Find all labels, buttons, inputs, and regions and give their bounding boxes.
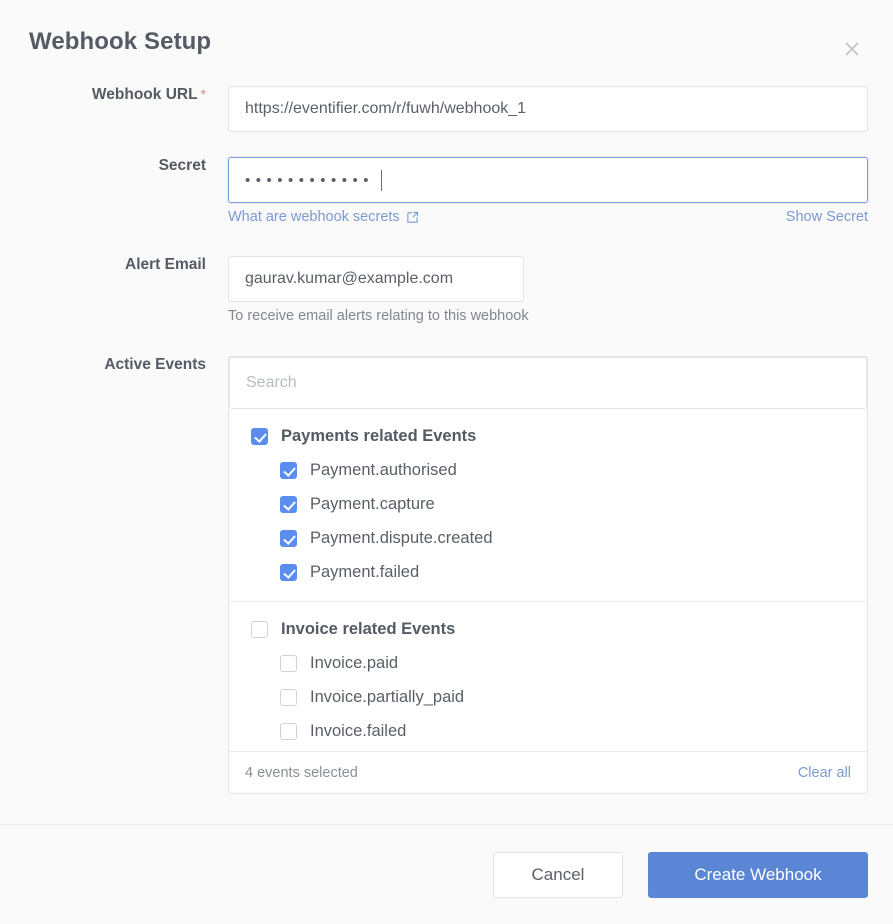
event-option-label: Invoice.failed (310, 721, 407, 740)
event-option[interactable]: Payment.failed (229, 555, 867, 589)
field-row-alert-email: Alert Email To receive email alerts rela… (0, 256, 893, 324)
modal-header: Webhook Setup (0, 0, 893, 84)
text-caret (381, 169, 383, 191)
secret-sublinks: What are webhook secrets Show Secret (228, 209, 868, 225)
event-group-header[interactable]: Payments related Events (229, 419, 867, 453)
checkbox-icon[interactable] (280, 495, 297, 513)
alert-email-input[interactable] (228, 256, 524, 302)
webhook-secrets-help-link-label: What are webhook secrets (228, 209, 400, 225)
event-option[interactable]: Payment.capture (229, 487, 867, 521)
checkbox-icon[interactable] (280, 654, 297, 672)
field-row-secret: Secret •••••••••••• What are webhook sec… (0, 157, 893, 225)
event-group: Invoice related Events Invoice.paid Invoic… (229, 601, 867, 751)
webhook-url-field-wrap (228, 86, 893, 132)
webhook-url-label-text: Webhook URL (91, 86, 198, 103)
webhook-url-label: Webhook URL * (0, 86, 228, 132)
event-group-label: Payments related Events (281, 426, 477, 445)
clear-all-button[interactable]: Clear all (798, 765, 851, 781)
event-option-label: Payment.capture (310, 494, 435, 513)
event-option[interactable]: Invoice.partially_paid (229, 680, 867, 714)
secret-masked-value: •••••••••••• (245, 171, 375, 189)
event-option[interactable]: Payment.authorised (229, 453, 867, 487)
event-group-label: Invoice related Events (281, 619, 456, 638)
event-option-label: Payment.failed (310, 562, 420, 581)
event-option[interactable]: Invoice.paid (229, 646, 867, 680)
event-option-label: Payment.authorised (310, 460, 457, 479)
alert-email-label: Alert Email (125, 256, 206, 273)
field-row-active-events: Active Events Payments related EventsPay… (0, 356, 893, 794)
event-option[interactable]: Invoice.failed (229, 714, 867, 748)
active-events-picker: Payments related Events Payment.authorise… (228, 356, 868, 794)
active-events-field-wrap: Payments related Events Payment.authorise… (228, 356, 893, 794)
checkbox-icon[interactable] (280, 461, 297, 479)
events-search-input[interactable] (229, 357, 867, 409)
active-events-label: Active Events (104, 356, 206, 373)
checkbox-icon[interactable] (280, 563, 297, 581)
checkbox-icon[interactable] (280, 529, 297, 547)
form-body: Webhook URL* Secret •••••••••••• What ar… (0, 84, 893, 824)
create-webhook-button[interactable]: Create Webhook (648, 851, 868, 898)
close-icon[interactable] (835, 32, 869, 66)
cancel-button[interactable]: Cancel (493, 851, 623, 898)
checkbox-icon[interactable] (280, 722, 297, 740)
external-link-icon (406, 211, 419, 224)
event-option-label: Invoice.paid (310, 653, 399, 672)
checkbox-icon[interactable] (251, 620, 268, 638)
events-footer: 4 events selected Clear all (229, 751, 867, 793)
event-group: Payments related Events Payment.authorise… (229, 409, 867, 601)
event-group-header[interactable]: Invoice related Events (229, 612, 867, 646)
field-row-webhook-url: Webhook URL * (0, 86, 893, 132)
events-scroll-area[interactable]: Payments related Events Payment.authorise… (229, 409, 867, 751)
alert-email-helper-text: To receive email alerts relating to this… (228, 308, 529, 324)
event-option-label: Invoice.partially_paid (310, 687, 465, 706)
alert-email-field-wrap: To receive email alerts relating to this… (228, 256, 893, 324)
secret-input[interactable]: •••••••••••• (228, 157, 868, 203)
event-option[interactable]: Payment.dispute.created (229, 521, 867, 555)
webhook-url-input[interactable] (228, 86, 868, 132)
selected-count-label: 4 events selected (245, 764, 358, 781)
modal-footer: Cancel Create Webhook (0, 824, 893, 924)
secret-label: Secret (158, 157, 206, 174)
show-secret-toggle[interactable]: Show Secret (786, 209, 868, 225)
checkbox-icon[interactable] (280, 688, 297, 706)
webhook-secrets-help-link[interactable]: What are webhook secrets (228, 209, 419, 225)
page-title: Webhook Setup (29, 28, 212, 55)
checkbox-icon[interactable] (251, 427, 268, 445)
secret-field-wrap: •••••••••••• What are webhook secrets Sh… (228, 157, 893, 225)
required-asterisk: * (200, 86, 206, 102)
event-option-label: Payment.dispute.created (310, 528, 493, 547)
